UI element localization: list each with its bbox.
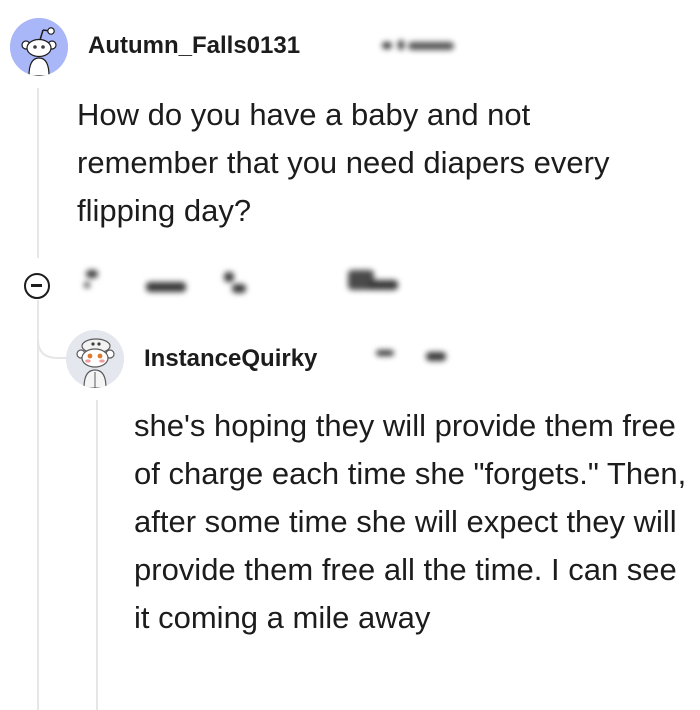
thread-line-lower: [37, 302, 39, 710]
reply-meta-redacted: [372, 346, 462, 366]
collapse-icon[interactable]: [24, 273, 50, 299]
action-row-redacted: [76, 264, 416, 304]
reply-body: she's hoping they will provide them free…: [134, 408, 687, 635]
comment-body: How do you have a baby and not remember …: [77, 97, 610, 228]
reply-avatar[interactable]: [66, 330, 124, 388]
avatar[interactable]: [10, 18, 68, 76]
comment-username[interactable]: Autumn_Falls0131: [88, 32, 300, 60]
comment-meta-redacted: [378, 36, 458, 56]
snoo-custom-avatar-icon: [66, 330, 124, 388]
reply-username[interactable]: InstanceQuirky: [144, 345, 317, 373]
snoo-avatar-icon: [10, 18, 68, 76]
thread-line-reply: [96, 400, 98, 710]
thread-line-main: [37, 88, 39, 258]
